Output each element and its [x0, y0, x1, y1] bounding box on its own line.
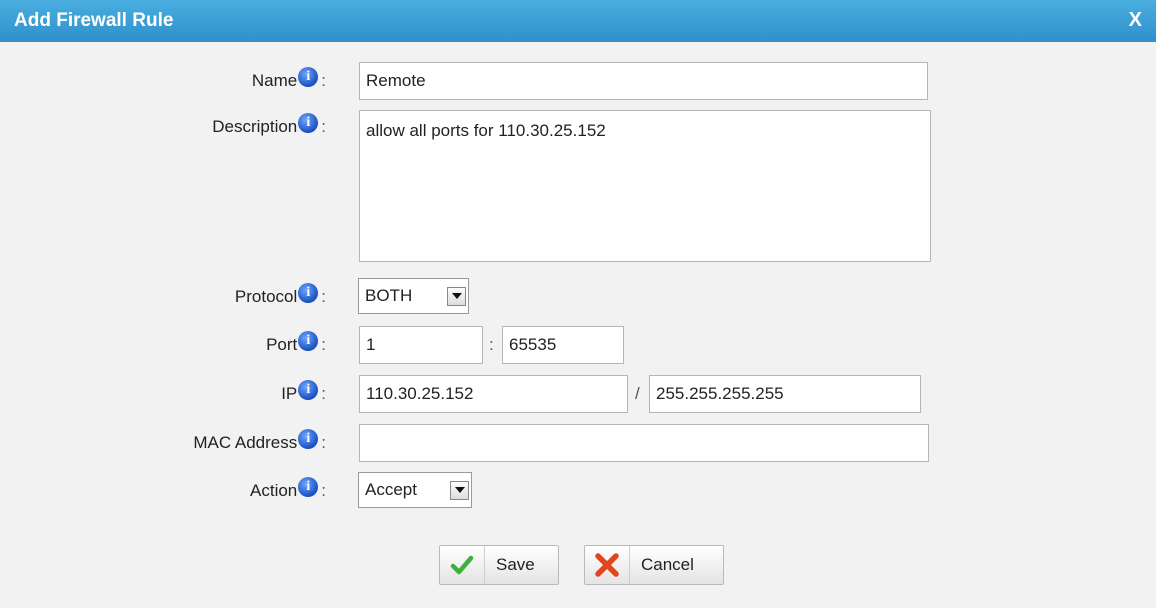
action-selected-value: Accept [365, 480, 417, 499]
port-label-group: Port i : [266, 331, 326, 355]
cancel-button-label: Cancel [641, 555, 694, 574]
save-button[interactable]: Save [439, 545, 559, 585]
close-button[interactable]: X [1129, 9, 1142, 32]
name-label-group: Name i : [251, 67, 326, 91]
mac-address-field[interactable] [359, 424, 929, 462]
protocol-label-group: Protocol i : [234, 283, 326, 307]
mac-address-colon: : [321, 433, 326, 452]
info-icon[interactable]: i [298, 429, 319, 449]
ip-label: IP [281, 384, 298, 403]
dialog-title-bar: Add Firewall Rule X [0, 0, 1156, 42]
info-icon[interactable]: i [298, 380, 319, 400]
description-label: Description [212, 117, 298, 136]
ip-mask-field[interactable] [649, 375, 921, 413]
checkmark-icon [440, 546, 485, 584]
description-label-group: Description i : [212, 113, 326, 137]
chevron-down-icon[interactable] [450, 480, 469, 500]
chevron-down-icon[interactable] [447, 286, 466, 306]
name-field[interactable] [359, 62, 928, 100]
ip-colon: : [321, 384, 326, 403]
mac-address-label-group: MAC Address i : [193, 429, 326, 453]
close-x-icon [585, 546, 630, 584]
description-field[interactable]: allow all ports for 110.30.25.152 [359, 110, 931, 262]
port-separator: : [489, 335, 494, 354]
add-firewall-rule-dialog: Add Firewall Rule X Name i : Description… [0, 0, 1156, 608]
protocol-colon: : [321, 287, 326, 306]
info-icon[interactable]: i [298, 331, 319, 351]
ip-address-field[interactable] [359, 375, 628, 413]
dialog-title: Add Firewall Rule [14, 10, 174, 31]
save-button-label: Save [496, 555, 535, 574]
protocol-label: Protocol [234, 287, 298, 306]
action-select[interactable]: Accept [358, 472, 472, 508]
cancel-button[interactable]: Cancel [584, 545, 724, 585]
action-label-group: Action i : [250, 477, 326, 501]
info-icon[interactable]: i [298, 113, 319, 133]
ip-label-group: IP i : [281, 380, 326, 404]
port-to-field[interactable] [502, 326, 624, 364]
name-colon: : [321, 71, 326, 90]
action-colon: : [321, 481, 326, 500]
info-icon[interactable]: i [298, 283, 319, 303]
port-label: Port [266, 335, 298, 354]
mac-address-label: MAC Address [193, 433, 298, 452]
port-colon: : [321, 335, 326, 354]
name-label: Name [251, 71, 298, 90]
port-from-field[interactable] [359, 326, 483, 364]
description-colon: : [321, 117, 326, 136]
protocol-select[interactable]: BOTH [358, 278, 469, 314]
info-icon[interactable]: i [298, 67, 319, 87]
protocol-selected-value: BOTH [365, 286, 413, 305]
action-label: Action [250, 481, 298, 500]
ip-separator: / [635, 384, 640, 403]
info-icon[interactable]: i [298, 477, 319, 497]
